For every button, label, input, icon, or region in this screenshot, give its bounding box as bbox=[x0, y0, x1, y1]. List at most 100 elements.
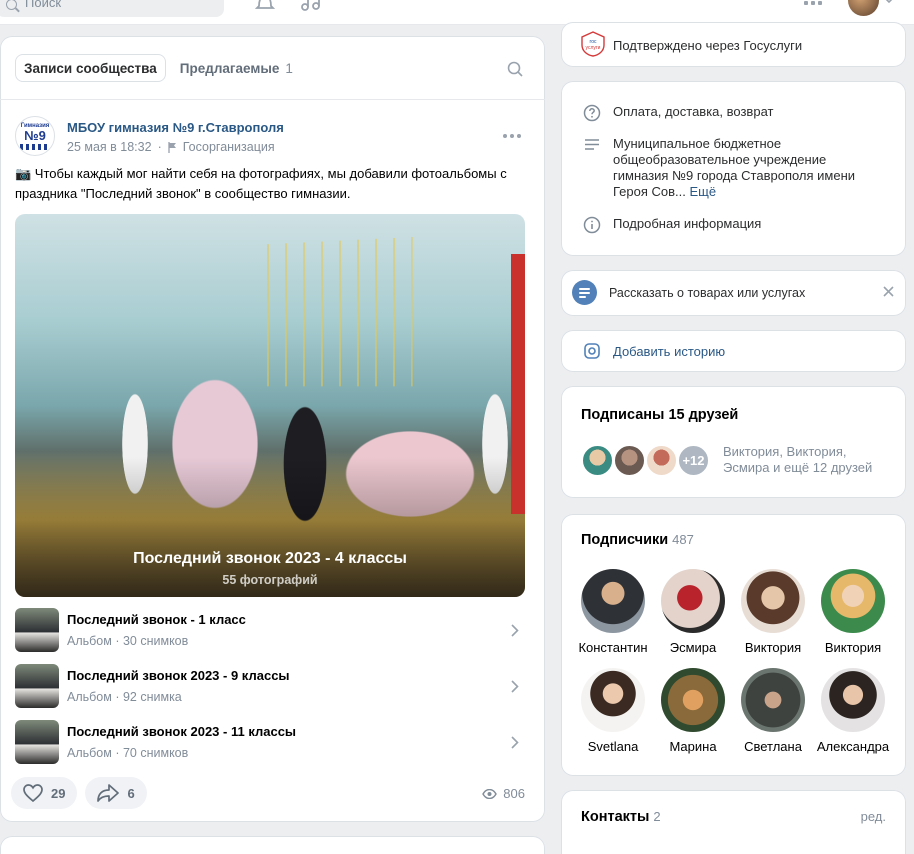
community-logo[interactable]: Гимназия №9 bbox=[15, 116, 55, 156]
payment-row[interactable]: Оплата, доставка, возврат bbox=[583, 104, 773, 122]
tell-about-products-card[interactable]: Рассказать о товарах или услугах bbox=[561, 270, 906, 316]
contacts-title[interactable]: Контакты 2 bbox=[581, 809, 661, 825]
separator: · bbox=[157, 140, 162, 154]
subscriber-name: Виктория bbox=[744, 640, 802, 655]
like-button[interactable]: 29 bbox=[11, 777, 78, 809]
album-subtitle: Альбом · 70 снимков bbox=[67, 746, 189, 760]
main-album-title: Последний звонок 2023 - 4 классы bbox=[133, 550, 407, 567]
album-row[interactable]: Последний звонок - 1 класс Альбом · 30 с… bbox=[15, 608, 525, 652]
tab-suggested[interactable]: Предлагаемые 1 bbox=[172, 54, 301, 82]
album-title: Последний звонок 2023 - 9 классы bbox=[67, 668, 290, 683]
subscriber-item[interactable]: Виктория bbox=[733, 569, 813, 655]
album-thumbnail bbox=[15, 664, 59, 708]
description-body: Муниципальное бюджетное общеобразователь… bbox=[613, 136, 856, 199]
album-row[interactable]: Последний звонок 2023 - 11 классы Альбом… bbox=[15, 720, 525, 764]
tell-text: Рассказать о товарах или услугах bbox=[609, 286, 806, 300]
subscribers-count: 487 bbox=[672, 532, 694, 547]
subscriber-avatar bbox=[821, 569, 885, 633]
close-icon[interactable] bbox=[883, 286, 894, 297]
contacts-count: 2 bbox=[653, 809, 661, 824]
subscriber-item[interactable]: Александра bbox=[813, 668, 893, 754]
subscribers-card: Подписчики 487 Константин Эсмира Виктория… bbox=[561, 514, 906, 776]
logo-stripe bbox=[20, 143, 50, 150]
more-icon[interactable] bbox=[503, 134, 521, 138]
music-icon[interactable] bbox=[300, 0, 322, 12]
contacts-card: Контакты 2 ред. bbox=[561, 790, 906, 854]
info-icon bbox=[583, 216, 601, 234]
apps-icon[interactable] bbox=[804, 0, 824, 12]
subscriber-item[interactable]: Виктория bbox=[813, 569, 893, 655]
add-story-card[interactable]: Добавить историю bbox=[561, 330, 906, 372]
subscriber-avatar bbox=[661, 668, 725, 732]
question-icon bbox=[583, 104, 601, 122]
subscriber-name: Марина bbox=[669, 739, 717, 754]
post-author-link[interactable]: МБОУ гимназия №9 г.Ставрополя bbox=[67, 120, 284, 135]
tab-community-posts[interactable]: Записи сообщества bbox=[15, 54, 166, 82]
views-counter: 806 bbox=[482, 786, 525, 801]
description-row: Муниципальное бюджетное общеобразователь… bbox=[583, 136, 883, 200]
more-link[interactable]: Ещё bbox=[690, 184, 717, 199]
more-friends-badge[interactable]: +12 bbox=[677, 444, 710, 477]
search-input[interactable]: Поиск bbox=[0, 0, 224, 17]
subscriber-name: Светлана bbox=[744, 739, 802, 754]
share-button[interactable]: 6 bbox=[85, 777, 147, 809]
wall-search-icon[interactable] bbox=[507, 61, 523, 77]
subscriber-avatar bbox=[581, 569, 645, 633]
payment-link[interactable]: Оплата, доставка, возврат bbox=[613, 104, 773, 122]
subscriber-item[interactable]: Svetlana bbox=[573, 668, 653, 754]
subscriber-name: Константин bbox=[578, 640, 648, 655]
album-row[interactable]: Последний звонок 2023 - 9 классы Альбом … bbox=[15, 664, 525, 708]
post-text: 📷 Чтобы каждый мог найти себя на фотогра… bbox=[15, 166, 507, 201]
user-avatar[interactable] bbox=[848, 0, 879, 16]
subscribers-label: Подписчики bbox=[581, 532, 669, 548]
subscriber-name: Эсмира bbox=[669, 640, 717, 655]
post-actions: 29 6 bbox=[11, 777, 147, 809]
friends-title[interactable]: Подписаны 15 друзей bbox=[581, 407, 738, 423]
org-type: Госорганизация bbox=[182, 140, 275, 154]
album-subtitle: Альбом · 92 снимка bbox=[67, 690, 182, 704]
chevron-down-icon[interactable] bbox=[884, 0, 894, 4]
friend-avatar[interactable] bbox=[581, 444, 614, 477]
search-icon bbox=[6, 0, 17, 10]
eye-icon bbox=[482, 788, 498, 799]
subscriber-item[interactable]: Константин bbox=[573, 569, 653, 655]
details-link[interactable]: Подробная информация bbox=[613, 216, 761, 234]
like-count: 29 bbox=[51, 785, 66, 801]
friend-avatar[interactable] bbox=[645, 444, 678, 477]
subscriber-item[interactable]: Марина bbox=[653, 668, 733, 754]
bell-icon[interactable] bbox=[255, 0, 275, 12]
share-icon bbox=[97, 784, 120, 802]
friend-avatar[interactable] bbox=[613, 444, 646, 477]
tab-count: 1 bbox=[285, 60, 293, 76]
gosuslugi-card: гос услуги Подтверждено через Госуслуги bbox=[561, 22, 906, 67]
flag-icon bbox=[168, 141, 176, 153]
description-text: Муниципальное бюджетное общеобразователь… bbox=[613, 136, 883, 200]
details-row[interactable]: Подробная информация bbox=[583, 216, 761, 234]
edit-contacts-link[interactable]: ред. bbox=[861, 809, 886, 824]
subscriber-avatar bbox=[741, 668, 805, 732]
chevron-right-icon bbox=[511, 624, 519, 637]
album-thumbnail bbox=[15, 720, 59, 764]
contacts-label: Контакты bbox=[581, 809, 650, 825]
info-card: Оплата, доставка, возврат Муниципальное … bbox=[561, 81, 906, 256]
heart-icon bbox=[23, 784, 43, 802]
tab-label: Предлагаемые bbox=[179, 60, 280, 76]
subscriber-name: Александра bbox=[816, 739, 890, 754]
list-icon bbox=[572, 280, 597, 305]
subscribers-title[interactable]: Подписчики 487 bbox=[581, 532, 694, 548]
photo-decoration bbox=[511, 254, 525, 514]
add-story-link: Добавить историю bbox=[613, 344, 726, 359]
tab-label: Записи сообщества bbox=[24, 60, 157, 76]
post-meta: МБОУ гимназия №9 г.Ставрополя 25 мая в 1… bbox=[67, 116, 284, 156]
main-album-photo[interactable]: Последний звонок 2023 - 4 классы 55 фото… bbox=[15, 214, 525, 597]
subscriber-item[interactable]: Эсмира bbox=[653, 569, 733, 655]
gosuslugi-text: Подтверждено через Госуслуги bbox=[613, 38, 803, 53]
album-title: Последний звонок 2023 - 11 классы bbox=[67, 724, 297, 739]
gosuslugi-icon: гос услуги bbox=[581, 31, 605, 57]
wall-tabs: Записи сообщества Предлагаемые 1 bbox=[15, 54, 301, 82]
album-subtitle: Альбом · 30 снимков bbox=[67, 634, 189, 648]
subscriber-item[interactable]: Светлана bbox=[733, 668, 813, 754]
post-date[interactable]: 25 мая в 18:32 bbox=[67, 140, 152, 154]
subscriber-name: Svetlana bbox=[587, 739, 639, 754]
wall-card: Записи сообщества Предлагаемые 1 Гимнази… bbox=[0, 36, 545, 822]
